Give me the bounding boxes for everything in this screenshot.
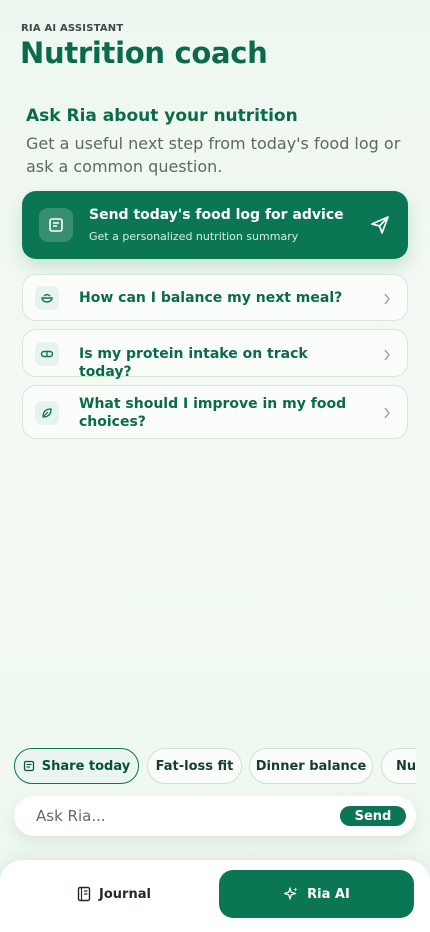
page-eyebrow: RIA AI ASSISTANT [21,23,124,34]
question-card-balance-meal[interactable]: How can I balance my next meal? [22,274,408,321]
chip-label: Nut [396,758,416,774]
chevron-right-icon [384,407,390,419]
bowl-icon [35,286,59,310]
chevron-right-icon [384,293,390,305]
question-card-food-choices[interactable]: What should I improve in my food choices… [22,385,408,439]
question-label: Is my protein intake on track today? [79,346,308,380]
quick-chips: Share today Fat-loss fit Dinner balance … [14,748,416,784]
send-button[interactable]: Send [340,806,406,826]
document-icon [39,208,73,242]
chevron-right-icon [384,349,390,361]
capsule-icon [35,342,59,366]
ask-input[interactable] [36,796,336,836]
section-title: Ask Ria about your nutrition [26,106,298,126]
send-food-log-button[interactable]: Send today's food log for advice Get a p… [22,191,408,259]
chip-share-today[interactable]: Share today [14,748,139,784]
leaf-icon [35,401,59,425]
nav-journal[interactable]: Journal [16,870,212,918]
chip-label: Share today [41,758,131,774]
question-card-protein[interactable]: Is my protein intake on track today? [22,329,408,380]
document-icon [23,760,34,772]
chip-fat-loss-fit[interactable]: Fat-loss fit [147,748,242,784]
page-title: Nutrition coach [20,36,268,70]
section-description: Get a useful next step from today's food… [26,134,401,176]
nav-ria-ai[interactable]: Ria AI [219,870,414,918]
send-food-log-title: Send today's food log for advice [89,207,344,223]
send-food-log-subtitle: Get a personalized nutrition summary [89,230,299,243]
chip-dinner-balance[interactable]: Dinner balance [249,748,373,784]
ask-bar: Send [14,796,416,836]
send-icon [371,216,389,234]
question-label: What should I improve in my food choices… [79,396,347,430]
sparkle-icon [284,887,298,900]
nav-journal-label: Journal [99,886,151,902]
chip-nutrition-partial[interactable]: Nut [381,748,416,784]
chip-label: Dinner balance [255,758,367,774]
chip-label: Fat-loss fit [155,758,234,774]
bottom-navigation: Journal Ria AI [0,860,430,932]
question-label: How can I balance my next meal? [79,290,343,306]
journal-icon [77,886,91,902]
nav-ria-label: Ria AI [307,886,350,902]
